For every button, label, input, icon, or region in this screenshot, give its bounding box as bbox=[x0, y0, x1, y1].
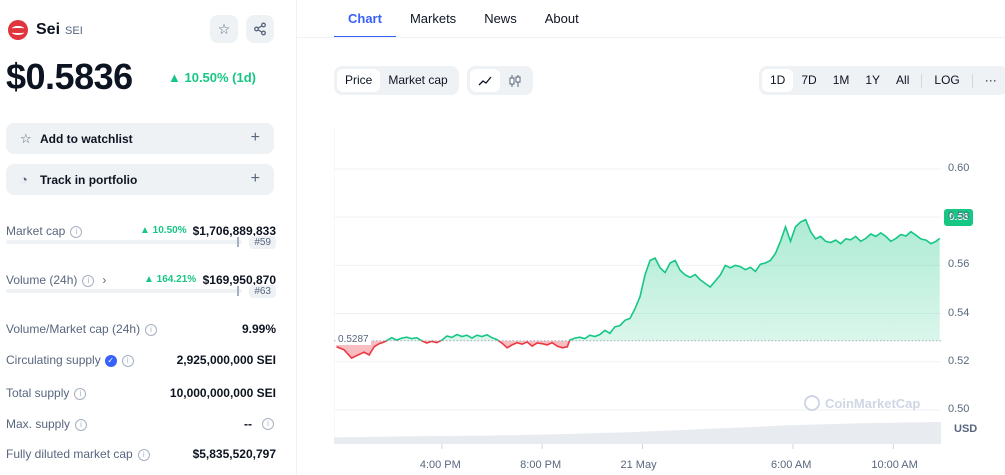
info-icon[interactable]: i bbox=[74, 387, 87, 400]
volume-band bbox=[334, 422, 941, 444]
coin-name: Sei bbox=[36, 21, 61, 38]
star-icon: ☆ bbox=[20, 130, 32, 146]
add-to-watchlist-button[interactable]: ☆ Add to watchlist + bbox=[6, 123, 274, 154]
range-1y[interactable]: 1Y bbox=[857, 69, 888, 92]
coin-price: $0.5836 bbox=[6, 56, 133, 97]
y-tick-label: 0.52 bbox=[948, 354, 970, 367]
fdmc-value: $5,835,520,797 bbox=[192, 447, 276, 461]
info-icon[interactable]: i bbox=[121, 354, 134, 367]
x-tick-label: 6:00 AM bbox=[771, 459, 812, 471]
fdmc-label: Fully diluted market cap bbox=[6, 447, 133, 461]
currency-label: USD bbox=[954, 423, 978, 435]
star-icon: ☆ bbox=[217, 20, 231, 37]
time-range-toggle: 1D 7D 1M 1Y All LOG ··· bbox=[759, 66, 1005, 95]
range-1m[interactable]: 1M bbox=[825, 69, 858, 92]
price-option[interactable]: Price bbox=[337, 69, 381, 92]
track-in-portfolio-button[interactable]: ◔ Track in portfolio + bbox=[6, 164, 274, 195]
price-area-up bbox=[386, 219, 940, 341]
tabs-divider bbox=[297, 37, 1005, 38]
tab-news[interactable]: News bbox=[470, 0, 531, 36]
info-icon[interactable]: i bbox=[70, 225, 83, 238]
rank-marker bbox=[237, 286, 239, 296]
info-icon[interactable]: i bbox=[82, 274, 95, 287]
y-tick-label: 0.50 bbox=[948, 402, 970, 415]
chevron-right-icon[interactable]: › bbox=[102, 273, 106, 287]
y-tick-label: 0.60 bbox=[948, 161, 970, 174]
x-tick-label: 4:00 PM bbox=[419, 459, 461, 471]
volume-rank-bar bbox=[6, 289, 242, 293]
x-tick-label: 10:00 AM bbox=[871, 459, 918, 471]
volume-rank: #63 bbox=[249, 285, 276, 298]
total-supply-label: Total supply bbox=[6, 386, 70, 400]
share-button[interactable] bbox=[246, 15, 274, 43]
tab-about[interactable]: About bbox=[531, 0, 593, 36]
circulating-supply-label: Circulating supply bbox=[6, 353, 101, 367]
chart-type-toggle: Price Market cap bbox=[334, 66, 459, 95]
star-button[interactable]: ☆ bbox=[210, 15, 238, 43]
log-scale-button[interactable]: LOG bbox=[926, 69, 967, 92]
market-cap-change: ▲ 10.50% bbox=[140, 225, 187, 236]
more-options-button[interactable]: ··· bbox=[977, 69, 1005, 92]
y-tick-label: 0.58 bbox=[948, 210, 970, 223]
volume-label: Volume (24h) bbox=[6, 273, 78, 287]
vol-mcap-label: Volume/Market cap (24h) bbox=[6, 322, 141, 336]
open-price-label: 0.5287 bbox=[336, 333, 371, 345]
portfolio-icon: ◔ bbox=[20, 172, 28, 187]
coin-info-panel: Sei SEI ☆ $0.5836 ▲ 10.50% (1d) ☆ Add to… bbox=[0, 0, 297, 475]
price-change-badge: ▲ 10.50% (1d) bbox=[168, 70, 257, 85]
separator bbox=[971, 73, 973, 88]
market-cap-rank-bar bbox=[6, 240, 242, 244]
range-all[interactable]: All bbox=[888, 69, 917, 92]
coinmarketcap-logo-icon bbox=[804, 395, 820, 411]
plus-icon: + bbox=[250, 170, 260, 187]
max-supply-label: Max. supply bbox=[6, 417, 71, 431]
coin-symbol: SEI bbox=[65, 25, 83, 37]
total-supply-value: 10,000,000,000 SEI bbox=[169, 386, 276, 400]
candlestick-button[interactable] bbox=[500, 69, 530, 92]
tab-chart[interactable]: Chart bbox=[334, 0, 396, 38]
chart-style-toggle bbox=[467, 66, 533, 95]
y-tick-label: 0.54 bbox=[948, 306, 970, 319]
line-chart-icon bbox=[478, 76, 492, 85]
candlestick-icon bbox=[509, 74, 521, 87]
info-icon[interactable]: i bbox=[262, 418, 274, 430]
info-icon[interactable]: i bbox=[145, 323, 158, 336]
share-icon bbox=[254, 22, 266, 36]
coin-header: Sei SEI bbox=[8, 18, 83, 42]
watermark-text: CoinMarketCap bbox=[825, 395, 921, 411]
range-1d[interactable]: 1D bbox=[762, 69, 794, 92]
y-tick-label: 0.56 bbox=[948, 258, 970, 271]
info-icon[interactable]: i bbox=[137, 448, 150, 461]
market-cap-option[interactable]: Market cap bbox=[380, 69, 455, 92]
track-in-portfolio-label: Track in portfolio bbox=[40, 172, 138, 187]
market-cap-rank: #59 bbox=[249, 236, 276, 249]
add-to-watchlist-label: Add to watchlist bbox=[40, 131, 133, 146]
max-supply-value: -- bbox=[244, 417, 252, 431]
info-icon[interactable]: i bbox=[75, 418, 88, 431]
x-tick-label: 21 May bbox=[620, 459, 657, 471]
section-tabs: Chart Markets News About bbox=[334, 0, 593, 38]
rank-marker bbox=[237, 237, 239, 247]
plus-icon: + bbox=[250, 129, 260, 146]
coinmarketcap-watermark: CoinMarketCap bbox=[804, 395, 920, 411]
x-tick-label: 8:00 PM bbox=[520, 459, 562, 471]
line-chart-button[interactable] bbox=[470, 69, 500, 92]
sei-logo-icon bbox=[8, 20, 28, 40]
circulating-supply-value: 2,925,000,000 SEI bbox=[176, 353, 276, 367]
tab-markets[interactable]: Markets bbox=[396, 0, 470, 36]
vol-mcap-value: 9.99% bbox=[241, 322, 276, 336]
volume-change: ▲ 164.21% bbox=[144, 274, 197, 285]
separator bbox=[921, 73, 923, 88]
verified-icon: ✓ bbox=[104, 354, 117, 367]
market-cap-label: Market cap bbox=[6, 224, 66, 238]
range-7d[interactable]: 7D bbox=[793, 69, 824, 92]
